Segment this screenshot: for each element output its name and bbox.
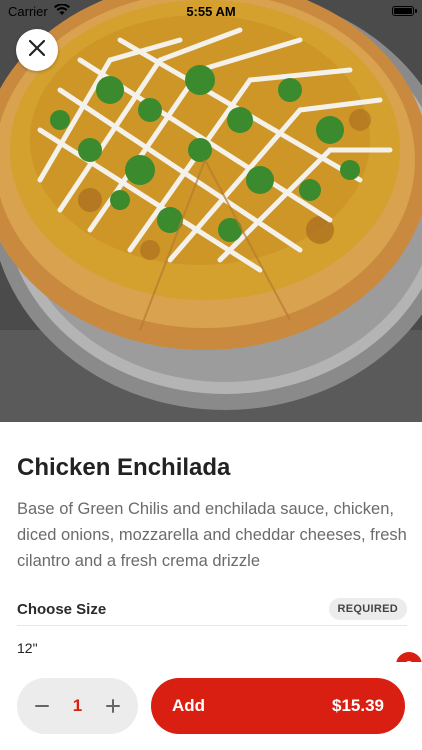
product-description: Base of Green Chilis and enchilada sauce… (17, 500, 407, 570)
add-button-price: $15.39 (332, 696, 384, 715)
minus-icon (35, 705, 49, 707)
product-image (0, 0, 422, 422)
size-section-title: Choose Size (17, 600, 107, 618)
status-bar: Carrier 5:55 AM (0, 0, 422, 22)
carrier-label: Carrier (8, 3, 48, 19)
quantity-stepper: 1 (17, 678, 138, 734)
close-button[interactable] (16, 29, 58, 71)
add-button-label: Add (172, 696, 206, 715)
product-title: Chicken Enchilada (17, 454, 231, 481)
size-option-label: 12" (17, 640, 38, 656)
quantity-value: 1 (72, 696, 83, 715)
status-left: Carrier (8, 2, 70, 19)
plus-icon (106, 699, 120, 713)
size-section-header: Choose Size REQUIRED (17, 594, 407, 624)
bottom-bar: 1 Add $15.39 (0, 662, 422, 750)
add-to-cart-button[interactable]: Add $15.39 (151, 678, 405, 734)
battery-icon (392, 6, 417, 16)
close-icon (28, 39, 46, 62)
divider (17, 625, 407, 626)
increment-button[interactable] (102, 695, 124, 717)
wifi-icon (53, 2, 70, 19)
decrement-button[interactable] (31, 695, 53, 717)
required-badge: REQUIRED (328, 598, 407, 620)
pizza-photo (0, 0, 422, 422)
